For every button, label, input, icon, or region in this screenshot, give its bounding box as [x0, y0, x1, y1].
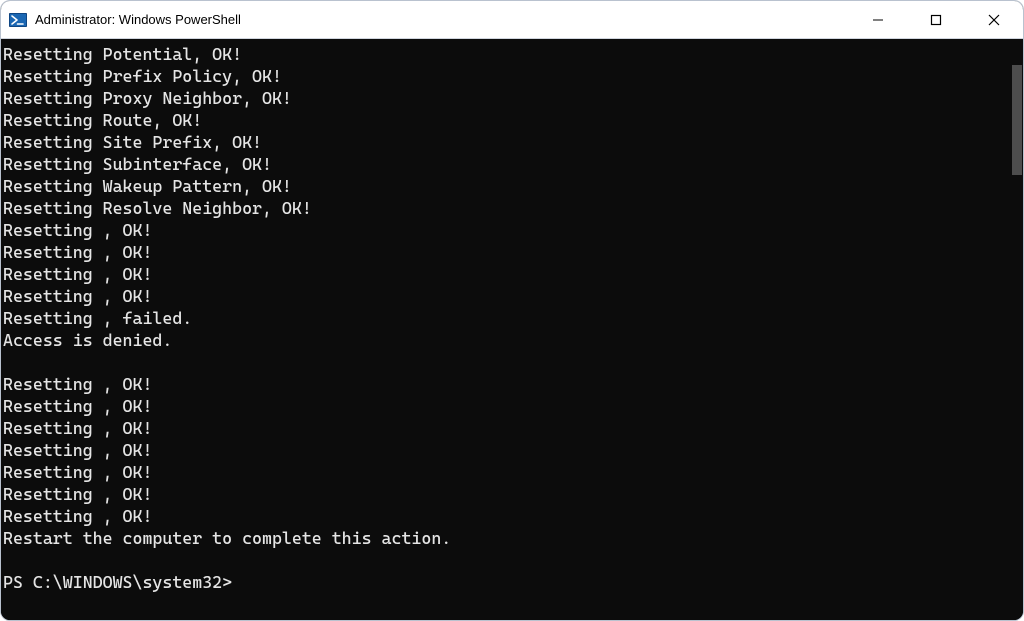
titlebar[interactable]: Administrator: Windows PowerShell [1, 1, 1023, 39]
scrollbar[interactable] [1009, 39, 1023, 620]
powershell-window: Administrator: Windows PowerShell Resett… [0, 0, 1024, 621]
terminal-output[interactable]: Resetting Potential, OK! Resetting Prefi… [1, 39, 1009, 620]
window-controls [849, 1, 1023, 38]
maximize-button[interactable] [907, 1, 965, 38]
window-title: Administrator: Windows PowerShell [35, 12, 241, 27]
close-button[interactable] [965, 1, 1023, 38]
terminal-container: Resetting Potential, OK! Resetting Prefi… [1, 39, 1023, 620]
powershell-icon [9, 11, 27, 29]
scrollbar-thumb[interactable] [1012, 65, 1022, 175]
minimize-button[interactable] [849, 1, 907, 38]
